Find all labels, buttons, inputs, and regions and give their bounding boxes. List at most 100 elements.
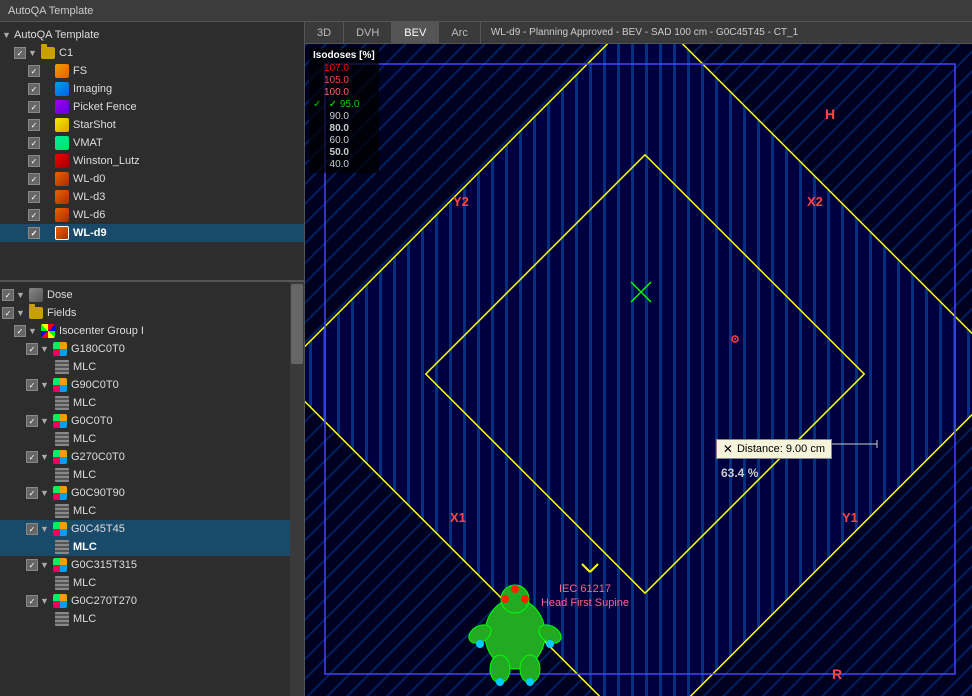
tree-item-fields[interactable]: ▼ Fields <box>0 304 304 322</box>
viewer-panel: 3D DVH BEV Arc WL-d9 - Planning Approved… <box>305 22 972 696</box>
tree-item-mlc7[interactable]: MLC <box>0 574 304 592</box>
checkbox-dose[interactable] <box>2 289 14 301</box>
tree-item-mlc1[interactable]: MLC <box>0 358 304 376</box>
tree-item-g270c0t0[interactable]: ▼ G270C0T0 <box>0 448 304 466</box>
mlc-icon-5 <box>54 503 70 519</box>
checkbox-isocenter[interactable] <box>14 325 26 337</box>
checkbox-vmat[interactable] <box>28 137 40 149</box>
mlc-icon-1 <box>54 359 70 375</box>
isodose-80[interactable]: 80.0 <box>313 123 375 134</box>
checkbox-g90c0t0[interactable] <box>26 379 38 391</box>
checkbox-g0c0t0[interactable] <box>26 415 38 427</box>
gantry-icon-g0c315 <box>52 557 68 573</box>
tree-item-g180c0t0[interactable]: ▼ G180C0T0 <box>0 340 304 358</box>
tree-item-wl-d9[interactable]: WL-d9 <box>0 224 304 242</box>
tab-arc[interactable]: Arc <box>439 22 481 43</box>
tree-item-mlc2[interactable]: MLC <box>0 394 304 412</box>
tab-3d[interactable]: 3D <box>305 22 344 43</box>
tree-item-autoqa[interactable]: ▼ AutoQA Template <box>0 26 304 44</box>
app-title: AutoQA Template <box>8 5 93 17</box>
label-dose: Dose <box>47 289 73 301</box>
tree-item-starshot[interactable]: StarShot <box>0 116 304 134</box>
mlc-icon-6 <box>54 539 70 555</box>
tree-item-g0c90t90[interactable]: ▼ G0C90T90 <box>0 484 304 502</box>
checkbox-g0c315t315[interactable] <box>26 559 38 571</box>
viewer-canvas[interactable]: H Y2 X2 X1 Y1 R 63.4 % <box>305 44 972 696</box>
label-wl-d0: WL-d0 <box>73 173 105 185</box>
checkbox-imaging[interactable] <box>28 83 40 95</box>
checkbox-wl-d9[interactable] <box>28 227 40 239</box>
tab-bev[interactable]: BEV <box>392 22 439 43</box>
checkbox-wl-d6[interactable] <box>28 209 40 221</box>
tree-item-mlc4[interactable]: MLC <box>0 466 304 484</box>
checkbox-g0c45t45[interactable] <box>26 523 38 535</box>
tab-bev-label: BEV <box>404 27 426 39</box>
checkbox-winston[interactable] <box>28 155 40 167</box>
tab-3d-label: 3D <box>317 27 331 39</box>
svg-text:X2: X2 <box>807 194 823 209</box>
qa-icon-fs <box>54 63 70 79</box>
isodose-105[interactable]: 105.0 <box>313 75 375 86</box>
isodose-107[interactable]: 107.0 <box>313 63 375 74</box>
checkbox-c1[interactable] <box>14 47 26 59</box>
checkbox-picketfence[interactable] <box>28 101 40 113</box>
tab-dvh-label: DVH <box>356 27 379 39</box>
bev-svg: H Y2 X2 X1 Y1 R 63.4 % <box>305 44 972 696</box>
tree-item-wl-d0[interactable]: WL-d0 <box>0 170 304 188</box>
tree-item-mlc8[interactable]: MLC <box>0 610 304 628</box>
isodose-40[interactable]: 40.0 <box>313 159 375 170</box>
tree-item-mlc5[interactable]: MLC <box>0 502 304 520</box>
tree-item-g0c270t270[interactable]: ▼ G0C270T270 <box>0 592 304 610</box>
checkbox-wl-d3[interactable] <box>28 191 40 203</box>
tree-item-isocenter[interactable]: ▼ Isocenter Group I <box>0 322 304 340</box>
distance-text: Distance: 9.00 cm <box>737 443 825 455</box>
isodose-90[interactable]: 90.0 <box>313 111 375 122</box>
tree-item-g0c0t0[interactable]: ▼ G0C0T0 <box>0 412 304 430</box>
label-g90c0t0: G90C0T0 <box>71 379 119 391</box>
tree-item-imaging[interactable]: Imaging <box>0 80 304 98</box>
tree-item-g0c315t315[interactable]: ▼ G0C315T315 <box>0 556 304 574</box>
tree-item-wl-d3[interactable]: WL-d3 <box>0 188 304 206</box>
checkbox-starshot[interactable] <box>28 119 40 131</box>
tree-panel-top: ▼ AutoQA Template ▼ C1 FS <box>0 22 304 282</box>
label-g0c270t270: G0C270T270 <box>71 595 137 607</box>
label-mlc5: MLC <box>73 505 96 517</box>
tree-item-c1[interactable]: ▼ C1 <box>0 44 304 62</box>
label-mlc2: MLC <box>73 397 96 409</box>
checkbox-fields[interactable] <box>2 307 14 319</box>
mlc-icon-4 <box>54 467 70 483</box>
checkbox-g0c270t270[interactable] <box>26 595 38 607</box>
tree-item-fs[interactable]: FS <box>0 62 304 80</box>
svg-text:H: H <box>825 106 835 122</box>
tree-scrollbar[interactable] <box>290 282 304 696</box>
tree-item-g0c45t45[interactable]: ▼ G0C45T45 <box>0 520 304 538</box>
label-mlc8: MLC <box>73 613 96 625</box>
tree-item-mlc6[interactable]: MLC <box>0 538 304 556</box>
label-isocenter: Isocenter Group I <box>59 325 144 337</box>
checkbox-g180c0t0[interactable] <box>26 343 38 355</box>
isodose-80-val: 80.0 <box>313 123 349 134</box>
tree-item-g90c0t0[interactable]: ▼ G90C0T0 <box>0 376 304 394</box>
tree-item-wl-d6[interactable]: WL-d6 <box>0 206 304 224</box>
checkbox-g0c90t90[interactable] <box>26 487 38 499</box>
isodose-panel: Isodoses [%] 107.0 105.0 100.0 ✓ 95.0 <box>309 48 379 173</box>
folder-icon-fields <box>28 305 44 321</box>
isodose-95-val: 95.0 <box>323 99 359 110</box>
isodose-100[interactable]: 100.0 <box>313 87 375 98</box>
tree-item-winston[interactable]: Winston_Lutz <box>0 152 304 170</box>
tree-item-picketfence[interactable]: Picket Fence <box>0 98 304 116</box>
isodose-60[interactable]: 60.0 <box>313 135 375 146</box>
tab-dvh[interactable]: DVH <box>344 22 392 43</box>
scrollbar-thumb[interactable] <box>291 284 303 364</box>
checkbox-fs[interactable] <box>28 65 40 77</box>
isodose-50[interactable]: 50.0 <box>313 147 375 158</box>
tree-item-dose[interactable]: ▼ Dose <box>0 286 304 304</box>
label-winston: Winston_Lutz <box>73 155 140 167</box>
qa-icon-wl-d9 <box>54 225 70 241</box>
checkbox-g270c0t0[interactable] <box>26 451 38 463</box>
tree-item-mlc3[interactable]: MLC <box>0 430 304 448</box>
isodose-95[interactable]: ✓ 95.0 <box>313 99 375 110</box>
tree-item-vmat[interactable]: VMAT <box>0 134 304 152</box>
distance-tooltip: ✕ Distance: 9.00 cm <box>716 439 832 459</box>
checkbox-wl-d0[interactable] <box>28 173 40 185</box>
